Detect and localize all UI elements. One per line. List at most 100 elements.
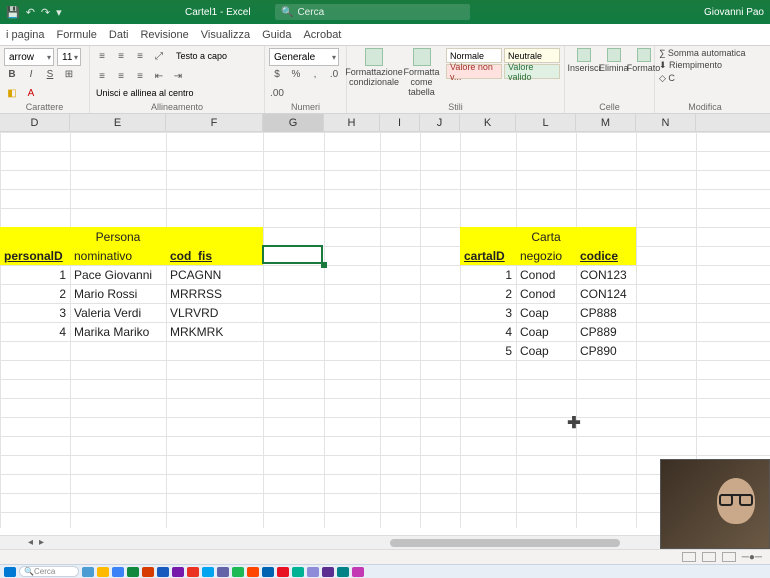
- scroll-thumb[interactable]: [390, 539, 620, 547]
- cell-M6[interactable]: codice: [576, 246, 636, 265]
- cell-D5[interactable]: [0, 227, 70, 246]
- cell-K7[interactable]: 1: [460, 265, 516, 284]
- cell-F9[interactable]: VLRVRD: [166, 303, 263, 322]
- align-top-icon[interactable]: ≡: [94, 48, 110, 64]
- delete-cells-button[interactable]: Elimina: [599, 48, 629, 100]
- view-layout-icon[interactable]: [702, 552, 716, 562]
- col-header-F[interactable]: F: [166, 114, 263, 132]
- inc-decimal-icon[interactable]: .0: [326, 67, 342, 83]
- cell-M9[interactable]: CP888: [576, 303, 636, 322]
- percent-icon[interactable]: %: [288, 67, 304, 83]
- tab-data[interactable]: Dati: [109, 29, 129, 41]
- col-header-M[interactable]: M: [576, 114, 636, 132]
- app11-icon[interactable]: [352, 567, 364, 577]
- col-header-K[interactable]: K: [460, 114, 516, 132]
- tell-me-search[interactable]: 🔍 Cerca: [275, 4, 470, 20]
- conditional-formatting-button[interactable]: Formattazione condizionale: [351, 48, 397, 100]
- col-header-J[interactable]: J: [420, 114, 460, 132]
- app5-icon[interactable]: [262, 567, 274, 577]
- merge-center-button[interactable]: Unisci e allinea al centro: [96, 88, 194, 98]
- fill-button[interactable]: ⬇ Riempimento: [659, 60, 751, 71]
- edge-icon[interactable]: [112, 567, 124, 577]
- app2-icon[interactable]: [202, 567, 214, 577]
- tab-help[interactable]: Guida: [262, 29, 291, 41]
- horizontal-scrollbar[interactable]: ◂▸: [0, 535, 660, 549]
- italic-button[interactable]: I: [23, 67, 39, 83]
- number-format-dropdown[interactable]: Generale: [269, 48, 339, 66]
- style-good[interactable]: Valore valido: [504, 64, 560, 79]
- align-right-icon[interactable]: ≡: [132, 69, 148, 85]
- cell-D10[interactable]: 4: [0, 322, 70, 341]
- cell-F5[interactable]: [166, 227, 263, 246]
- excel-icon[interactable]: [127, 567, 139, 577]
- redo-icon[interactable]: ↷: [41, 6, 50, 19]
- style-bad[interactable]: Valore non v...: [446, 64, 502, 79]
- cell-L9[interactable]: Coap: [516, 303, 576, 322]
- cell-M7[interactable]: CON123: [576, 265, 636, 284]
- cell-K11[interactable]: 5: [460, 341, 516, 360]
- underline-button[interactable]: S: [42, 67, 58, 83]
- task-view-icon[interactable]: [82, 567, 94, 577]
- col-header-G[interactable]: G: [263, 114, 324, 132]
- view-normal-icon[interactable]: [682, 552, 696, 562]
- bold-button[interactable]: B: [4, 67, 20, 83]
- col-header-E[interactable]: E: [70, 114, 166, 132]
- cell-E7[interactable]: Pace Giovanni: [70, 265, 166, 284]
- qat-more-icon[interactable]: ▾: [56, 6, 62, 19]
- app4-icon[interactable]: [247, 567, 259, 577]
- zoom-slider[interactable]: ─●─: [742, 552, 762, 563]
- cell-M10[interactable]: CP889: [576, 322, 636, 341]
- cell-K5[interactable]: [460, 227, 516, 246]
- col-header-N[interactable]: N: [636, 114, 696, 132]
- taskbar-search[interactable]: 🔍 Cerca: [19, 566, 79, 577]
- cell-K10[interactable]: 4: [460, 322, 516, 341]
- app10-icon[interactable]: [337, 567, 349, 577]
- view-break-icon[interactable]: [722, 552, 736, 562]
- indent-dec-icon[interactable]: ⇤: [151, 69, 167, 85]
- app6-icon[interactable]: [277, 567, 289, 577]
- align-bot-icon[interactable]: ≡: [132, 48, 148, 64]
- font-size-dropdown[interactable]: 11: [57, 48, 81, 66]
- comma-icon[interactable]: ,: [307, 67, 323, 83]
- insert-cells-button[interactable]: Inserisci: [569, 48, 599, 100]
- tab-acrobat[interactable]: Acrobat: [303, 29, 341, 41]
- cell-M8[interactable]: CON124: [576, 284, 636, 303]
- explorer-icon[interactable]: [97, 567, 109, 577]
- spotify-icon[interactable]: [232, 567, 244, 577]
- app7-icon[interactable]: [292, 567, 304, 577]
- ppt-icon[interactable]: [142, 567, 154, 577]
- cell-K6[interactable]: cartalD: [460, 246, 516, 265]
- col-header-L[interactable]: L: [516, 114, 576, 132]
- orientation-icon[interactable]: ⤢: [151, 48, 167, 64]
- cell-E8[interactable]: Mario Rossi: [70, 284, 166, 303]
- autosum-button[interactable]: ∑ Somma automatica: [659, 48, 751, 58]
- cell-E10[interactable]: Marika Mariko: [70, 322, 166, 341]
- cell-L7[interactable]: Conod: [516, 265, 576, 284]
- selected-cell[interactable]: [262, 245, 323, 264]
- app8-icon[interactable]: [307, 567, 319, 577]
- col-header-H[interactable]: H: [324, 114, 380, 132]
- app-icon[interactable]: [187, 567, 199, 577]
- font-color-button[interactable]: A: [23, 86, 39, 102]
- start-icon[interactable]: [4, 567, 16, 577]
- fill-color-button[interactable]: ◧: [4, 86, 20, 102]
- cell-E6[interactable]: nominativo: [70, 246, 166, 265]
- tab-layout[interactable]: i pagina: [6, 29, 45, 41]
- app3-icon[interactable]: [217, 567, 229, 577]
- border-button[interactable]: ⊞: [61, 67, 77, 83]
- teams-icon[interactable]: [172, 567, 184, 577]
- cell-K9[interactable]: 3: [460, 303, 516, 322]
- cell-F10[interactable]: MRKMRK: [166, 322, 263, 341]
- cell-L6[interactable]: negozio: [516, 246, 576, 265]
- cell-E9[interactable]: Valeria Verdi: [70, 303, 166, 322]
- format-table-button[interactable]: Formatta come tabella: [399, 48, 444, 100]
- word-icon[interactable]: [157, 567, 169, 577]
- undo-icon[interactable]: ↶: [26, 6, 35, 19]
- cell-E5[interactable]: Persona: [70, 227, 166, 246]
- cell-F7[interactable]: PCAGNN: [166, 265, 263, 284]
- tab-view[interactable]: Visualizza: [201, 29, 250, 41]
- dec-decimal-icon[interactable]: .00: [269, 86, 285, 102]
- user-name[interactable]: Giovanni Pao: [704, 7, 764, 18]
- cell-L10[interactable]: Coap: [516, 322, 576, 341]
- sheet-tabs[interactable]: ◂▸: [28, 537, 44, 548]
